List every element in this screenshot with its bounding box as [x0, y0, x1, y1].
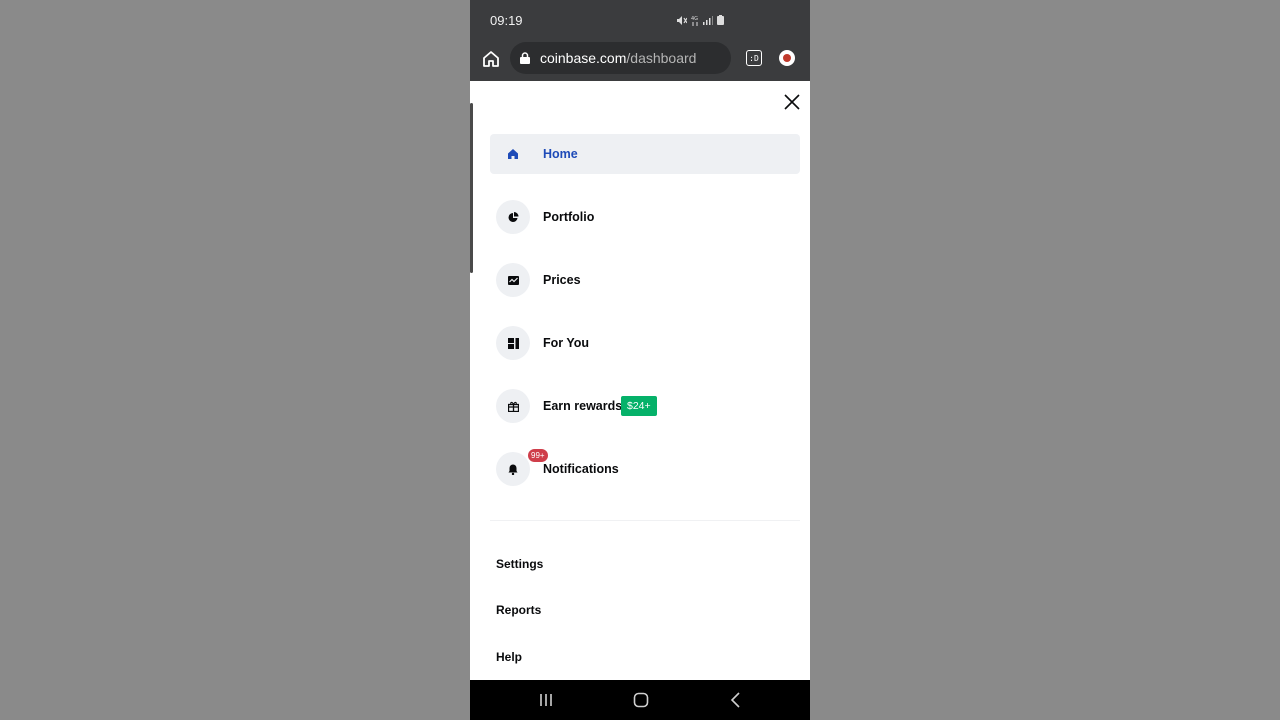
menu-divider: [490, 520, 800, 521]
menu-item-prices[interactable]: Prices: [490, 260, 800, 300]
gift-icon: [496, 389, 530, 423]
tabs-switcher-icon[interactable]: :D: [746, 50, 762, 66]
signal-icon: [703, 16, 713, 25]
home-icon: [496, 137, 530, 171]
pie-chart-icon: [496, 200, 530, 234]
menu-item-label: For You: [543, 336, 590, 350]
menu-item-home[interactable]: Home: [490, 134, 800, 174]
menu-item-label: Prices: [543, 273, 581, 287]
menu-item-portfolio[interactable]: Portfolio: [490, 197, 800, 237]
browser-menu-icon[interactable]: [779, 50, 795, 66]
menu-item-help[interactable]: Help: [496, 650, 522, 664]
browser-toolbar: coinbase.com/dashboard :D: [470, 40, 810, 81]
recent-apps-icon[interactable]: [537, 692, 555, 708]
reward-badge: $24+: [621, 396, 657, 416]
address-bar[interactable]: coinbase.com/dashboard: [510, 42, 731, 74]
menu-item-label: Notifications: [543, 462, 619, 476]
url-text: coinbase.com/dashboard: [540, 50, 696, 66]
notification-count-badge: 99+: [527, 448, 549, 463]
menu-item-label: Home: [543, 147, 578, 161]
battery-icon: [717, 15, 724, 25]
bell-icon: 99+: [496, 448, 549, 486]
back-icon[interactable]: [727, 692, 745, 708]
menu-item-for-you[interactable]: For You: [490, 323, 800, 363]
scroll-indicator: [470, 103, 473, 273]
svg-text:4G: 4G: [691, 16, 698, 22]
lock-icon: [520, 52, 530, 64]
menu-item-earn-rewards[interactable]: Earn rewards $24+: [490, 386, 800, 426]
chart-icon: [496, 263, 530, 297]
network-4g-icon: 4G: [691, 16, 698, 26]
home-nav-icon[interactable]: [632, 692, 650, 708]
url-path: /dashboard: [626, 50, 697, 66]
system-navigation-bar: [470, 680, 810, 720]
phone-screen: 09:19 4G coinbase.com/dashboard:D Home …: [470, 0, 810, 720]
status-time: 09:19: [490, 13, 523, 28]
menu-item-reports[interactable]: Reports: [496, 603, 541, 617]
url-domain: coinbase.com: [540, 50, 627, 66]
status-bar: 09:19 4G: [470, 0, 810, 40]
menu-item-label: Earn rewards: [543, 399, 623, 413]
menu-item-notifications[interactable]: 99+ Notifications: [490, 448, 800, 489]
close-icon[interactable]: [782, 92, 802, 112]
status-icons: 4G: [676, 14, 724, 26]
mute-icon: [677, 15, 687, 25]
layout-icon: [496, 326, 530, 360]
menu-item-label: Portfolio: [543, 210, 595, 224]
backdrop-right: [810, 0, 1280, 720]
backdrop-left: [0, 0, 470, 720]
home-button-icon[interactable]: [480, 48, 502, 70]
menu-item-settings[interactable]: Settings: [496, 557, 543, 571]
